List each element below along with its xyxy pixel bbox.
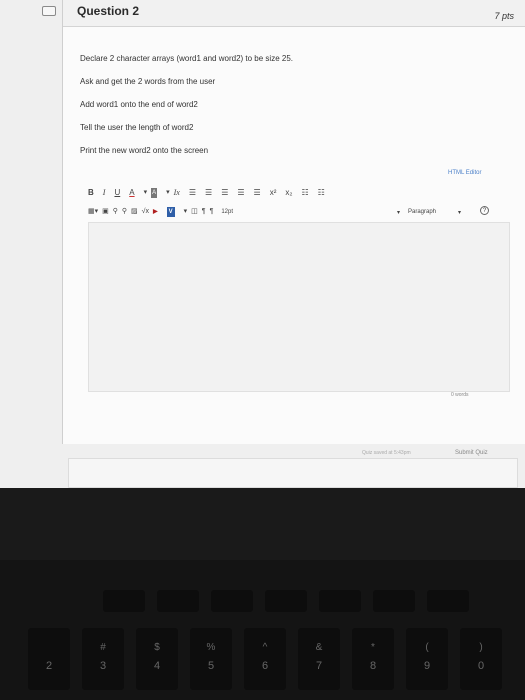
- key-symbol: ): [479, 642, 483, 653]
- help-icon[interactable]: ?: [480, 206, 489, 215]
- fast-forward-key: [427, 590, 469, 612]
- browser-viewport: Question 2 7 pts Declare 2 character arr…: [0, 0, 525, 488]
- app-dropdown-icon[interactable]: ▾: [184, 207, 188, 217]
- editor-toolbar-row-2: ▦▾ ▣ ⚲ ⚲ ▨ √x ▶ V ▾ ◫ ¶ ¶ 12pt ▾ Paragra…: [88, 205, 508, 219]
- question-header: Question 2 7 pts: [63, 0, 525, 27]
- key-0: ) 0: [460, 628, 502, 690]
- media-icon[interactable]: ▣: [102, 207, 109, 217]
- align-right-icon[interactable]: ☰: [221, 188, 228, 198]
- embed-icon[interactable]: ◫: [191, 207, 198, 217]
- bold-button[interactable]: B: [88, 188, 94, 198]
- quiz-saved-status: Quiz saved at 5:43pm: [362, 450, 411, 456]
- key-symbol: &: [315, 642, 323, 653]
- editor-toolbar-row-1: B I U A ▾ A ▾ Ix ☰ ☰ ☰ ☰ ☰ x² x₂ ☷ ☷: [88, 186, 508, 200]
- answer-text-area[interactable]: [88, 222, 510, 392]
- key-7: & 7: [298, 628, 340, 690]
- paragraph-dropdown-icon[interactable]: ▾: [458, 209, 461, 216]
- clear-formatting-button[interactable]: Ix: [174, 188, 180, 198]
- italic-button[interactable]: I: [103, 188, 106, 198]
- underline-button[interactable]: U: [114, 188, 120, 198]
- app-v-icon[interactable]: V: [166, 207, 175, 217]
- rewind-key: [319, 590, 361, 612]
- word-count: 0 words: [451, 392, 469, 398]
- submit-quiz-button[interactable]: Submit Quiz: [455, 450, 488, 456]
- youtube-icon[interactable]: ▶: [153, 207, 158, 217]
- font-size-select[interactable]: 12pt: [221, 207, 233, 217]
- key-9: ( 9: [406, 628, 448, 690]
- unlink-icon[interactable]: ⚲: [122, 207, 127, 217]
- footer-panel: [68, 458, 518, 488]
- question-line-4: Tell the user the length of word2: [80, 123, 194, 132]
- background-color-dropdown-icon[interactable]: ▾: [166, 188, 170, 198]
- question-points: 7 pts: [494, 11, 514, 21]
- key-digit: 6: [261, 660, 269, 672]
- font-size-dropdown-icon[interactable]: ▾: [397, 209, 400, 216]
- key-digit: 8: [369, 660, 377, 672]
- question-line-5: Print the new word2 onto the screen: [80, 146, 209, 155]
- question-line-2: Ask and get the 2 words from the user: [80, 77, 216, 86]
- table-icon[interactable]: ▦▾: [88, 207, 98, 217]
- question-title: Question 2: [77, 4, 140, 18]
- bullet-list-icon[interactable]: ☷: [301, 188, 308, 198]
- key-digit: 7: [315, 660, 323, 672]
- key-digit: 0: [477, 660, 485, 672]
- html-editor-link[interactable]: HTML Editor: [448, 170, 481, 176]
- equation-icon[interactable]: √x: [142, 207, 149, 217]
- image-icon[interactable]: ▨: [131, 207, 138, 217]
- play-pause-key: [373, 590, 415, 612]
- key-5: % 5: [190, 628, 232, 690]
- rtl-icon[interactable]: ¶: [210, 207, 214, 217]
- question-line-1: Declare 2 character arrays (word1 and wo…: [80, 54, 293, 63]
- key-8: * 8: [352, 628, 394, 690]
- key-3: # 3: [82, 628, 124, 690]
- key-digit: 4: [153, 660, 161, 672]
- key-symbol: %: [206, 642, 216, 653]
- key-symbol: $: [154, 642, 160, 653]
- key-2: 2: [28, 628, 70, 690]
- key-digit: 9: [423, 660, 431, 672]
- key-symbol: ^: [262, 642, 268, 653]
- numbered-list-icon[interactable]: ☷: [318, 188, 325, 198]
- function-key: [211, 590, 253, 612]
- key-digit: 5: [207, 660, 215, 672]
- outdent-icon[interactable]: ☰: [254, 188, 261, 198]
- key-6: ^ 6: [244, 628, 286, 690]
- key-symbol: #: [100, 642, 106, 653]
- flag-question-icon[interactable]: [42, 6, 56, 16]
- subscript-button[interactable]: x₂: [285, 188, 292, 198]
- align-center-icon[interactable]: ☰: [205, 188, 212, 198]
- key-symbol: *: [371, 642, 375, 653]
- align-left-icon[interactable]: ☰: [189, 188, 196, 198]
- key-digit: 2: [45, 660, 53, 672]
- paragraph-format-select[interactable]: Paragraph: [408, 209, 436, 215]
- key-4: $ 4: [136, 628, 178, 690]
- superscript-button[interactable]: x²: [270, 188, 277, 198]
- text-color-dropdown-icon[interactable]: ▾: [144, 188, 148, 198]
- key-symbol: (: [425, 642, 429, 653]
- function-key: [103, 590, 145, 612]
- indent-icon[interactable]: ☰: [237, 188, 244, 198]
- link-icon[interactable]: ⚲: [113, 207, 118, 217]
- ltr-icon[interactable]: ¶: [202, 207, 206, 217]
- function-key: [265, 590, 307, 612]
- text-color-button[interactable]: A: [129, 188, 134, 198]
- background-color-button[interactable]: A: [151, 188, 158, 198]
- question-line-3: Add word1 onto the end of word2: [80, 100, 198, 109]
- function-key: [157, 590, 199, 612]
- key-digit: 3: [99, 660, 107, 672]
